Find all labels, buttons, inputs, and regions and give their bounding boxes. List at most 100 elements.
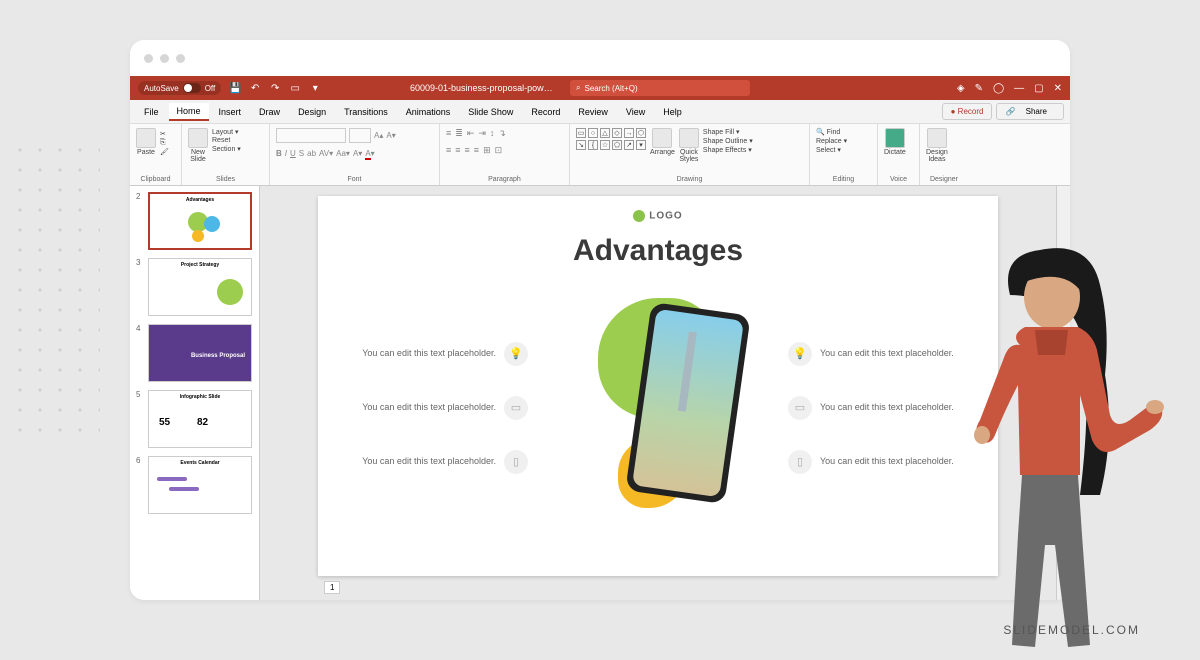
- indent-inc-icon[interactable]: ⇥: [478, 128, 486, 139]
- shape-effects-button[interactable]: Shape Effects ▾: [703, 146, 753, 154]
- spacing-button[interactable]: AV▾: [319, 149, 333, 158]
- font-family-box[interactable]: [276, 128, 346, 143]
- align-right-icon[interactable]: ≡: [465, 145, 470, 156]
- search-box[interactable]: ⌕ Search (Alt+Q): [570, 80, 750, 96]
- quick-styles-button[interactable]: Quick Styles: [679, 128, 699, 163]
- decorative-dots: [10, 140, 100, 440]
- shapes-gallery[interactable]: ▭○△◇→⬡ ↘{☆⬠↗▾: [576, 128, 646, 150]
- tab-slideshow[interactable]: Slide Show: [460, 104, 521, 120]
- font-size-box[interactable]: [349, 128, 371, 143]
- text-direction-icon[interactable]: ↴: [498, 128, 506, 139]
- dropdown-icon[interactable]: ▾: [309, 82, 321, 94]
- pen-icon[interactable]: ✎: [975, 83, 983, 94]
- tab-animations[interactable]: Animations: [398, 104, 459, 120]
- format-painter-icon[interactable]: 🖌: [160, 148, 169, 156]
- smartart-icon[interactable]: ⊡: [495, 145, 503, 156]
- group-drawing: ▭○△◇→⬡ ↘{☆⬠↗▾ Arrange Quick Styles Shape…: [570, 124, 810, 185]
- strike-button[interactable]: S: [299, 149, 304, 158]
- record-button[interactable]: ● Record: [942, 103, 993, 120]
- numbering-icon[interactable]: ≣: [455, 128, 463, 139]
- tab-insert[interactable]: Insert: [211, 104, 250, 120]
- bullets-icon[interactable]: ≡: [446, 128, 451, 139]
- advantage-item[interactable]: ▭You can edit this text placeholder.: [788, 396, 968, 420]
- diamond-icon[interactable]: ◈: [957, 83, 965, 94]
- design-ideas-button[interactable]: Design Ideas: [926, 128, 948, 163]
- case-button[interactable]: Aa▾: [336, 149, 350, 158]
- advantage-item[interactable]: 💡You can edit this text placeholder.: [788, 342, 968, 366]
- paste-button[interactable]: Paste: [136, 128, 156, 156]
- toggle-icon[interactable]: [183, 83, 201, 93]
- tab-file[interactable]: File: [136, 104, 167, 120]
- advantage-item[interactable]: 💡You can edit this text placeholder.: [348, 342, 528, 366]
- italic-button[interactable]: I: [285, 149, 287, 158]
- page-number: 1: [324, 581, 340, 594]
- tab-help[interactable]: Help: [655, 104, 690, 120]
- columns-icon[interactable]: ⊞: [483, 145, 491, 156]
- phone-icon: ▯: [788, 450, 812, 474]
- reset-button[interactable]: Reset: [212, 137, 241, 144]
- undo-icon[interactable]: ↶: [249, 82, 261, 94]
- thumbnail-5[interactable]: 5 Infographic Slide 55 82: [136, 390, 253, 448]
- tab-transitions[interactable]: Transitions: [336, 104, 396, 120]
- canvas[interactable]: LOGO Advantages 💡You can edit this text …: [260, 186, 1056, 600]
- tab-record[interactable]: Record: [523, 104, 568, 120]
- thumbnail-3[interactable]: 3 Project Strategy: [136, 258, 253, 316]
- align-left-icon[interactable]: ≡: [446, 145, 451, 156]
- shape-outline-button[interactable]: Shape Outline ▾: [703, 137, 753, 145]
- slideshow-icon[interactable]: ▭: [289, 82, 301, 94]
- autosave-toggle[interactable]: AutoSave Off: [138, 81, 221, 95]
- section-button[interactable]: Section ▾: [212, 145, 241, 153]
- save-icon[interactable]: 💾: [229, 82, 241, 94]
- tab-review[interactable]: Review: [570, 104, 616, 120]
- shadow-button[interactable]: ab: [307, 149, 316, 158]
- shape-fill-button[interactable]: Shape Fill ▾: [703, 128, 753, 136]
- advantage-item[interactable]: ▯You can edit this text placeholder.: [348, 450, 528, 474]
- underline-button[interactable]: U: [290, 149, 296, 158]
- tab-home[interactable]: Home: [169, 103, 209, 121]
- replace-button[interactable]: Replace ▾: [816, 137, 847, 145]
- increase-font-icon[interactable]: A▴: [374, 131, 383, 140]
- advantage-item[interactable]: ▭You can edit this text placeholder.: [348, 396, 528, 420]
- find-button[interactable]: 🔍 Find: [816, 128, 847, 136]
- lightbulb-icon: 💡: [504, 342, 528, 366]
- close-icon[interactable]: ✕: [1054, 83, 1062, 94]
- align-center-icon[interactable]: ≡: [455, 145, 460, 156]
- bold-button[interactable]: B: [276, 149, 282, 158]
- thumbnail-panel[interactable]: 2 Advantages 3 Project Strategy 4 Busine…: [130, 186, 260, 600]
- menu-bar: File Home Insert Draw Design Transitions…: [130, 100, 1070, 124]
- share-button[interactable]: 🔗 Share: [996, 103, 1064, 120]
- justify-icon[interactable]: ≡: [474, 145, 479, 156]
- tab-draw[interactable]: Draw: [251, 104, 288, 120]
- center-graphic[interactable]: [538, 288, 778, 528]
- thumbnail-2[interactable]: 2 Advantages: [136, 192, 253, 250]
- slide-title[interactable]: Advantages: [348, 234, 968, 268]
- watermark: SLIDEMODEL.COM: [1003, 623, 1140, 637]
- search-placeholder: Search (Alt+Q): [584, 84, 637, 93]
- highlight-button[interactable]: A▾: [353, 149, 362, 158]
- new-slide-button[interactable]: New Slide: [188, 128, 208, 163]
- arrange-button[interactable]: Arrange: [650, 128, 675, 156]
- thumbnail-6[interactable]: 6 Events Calendar: [136, 456, 253, 514]
- minimize-icon[interactable]: —: [1014, 83, 1024, 94]
- logo-icon: [633, 210, 645, 222]
- redo-icon[interactable]: ↷: [269, 82, 281, 94]
- slide[interactable]: LOGO Advantages 💡You can edit this text …: [318, 196, 998, 576]
- autosave-state: Off: [205, 84, 216, 93]
- cut-icon[interactable]: ✂: [160, 130, 169, 138]
- tab-design[interactable]: Design: [290, 104, 334, 120]
- advantage-item[interactable]: ▯You can edit this text placeholder.: [788, 450, 968, 474]
- indent-dec-icon[interactable]: ⇤: [467, 128, 475, 139]
- line-spacing-icon[interactable]: ↕: [490, 128, 495, 139]
- title-right: ◈ ✎ ◯ — ▢ ✕: [957, 83, 1062, 94]
- layout-button[interactable]: Layout ▾: [212, 128, 241, 136]
- document-name[interactable]: 60009-01-business-proposal-pow…: [410, 83, 553, 93]
- user-icon[interactable]: ◯: [993, 83, 1004, 94]
- dictate-button[interactable]: Dictate: [884, 128, 906, 156]
- tab-view[interactable]: View: [618, 104, 653, 120]
- copy-icon[interactable]: ⎘: [160, 139, 169, 147]
- font-color-button[interactable]: A▾: [365, 149, 374, 158]
- select-button[interactable]: Select ▾: [816, 146, 847, 154]
- decrease-font-icon[interactable]: A▾: [386, 131, 395, 140]
- maximize-icon[interactable]: ▢: [1034, 83, 1043, 94]
- thumbnail-4[interactable]: 4 Business Proposal: [136, 324, 253, 382]
